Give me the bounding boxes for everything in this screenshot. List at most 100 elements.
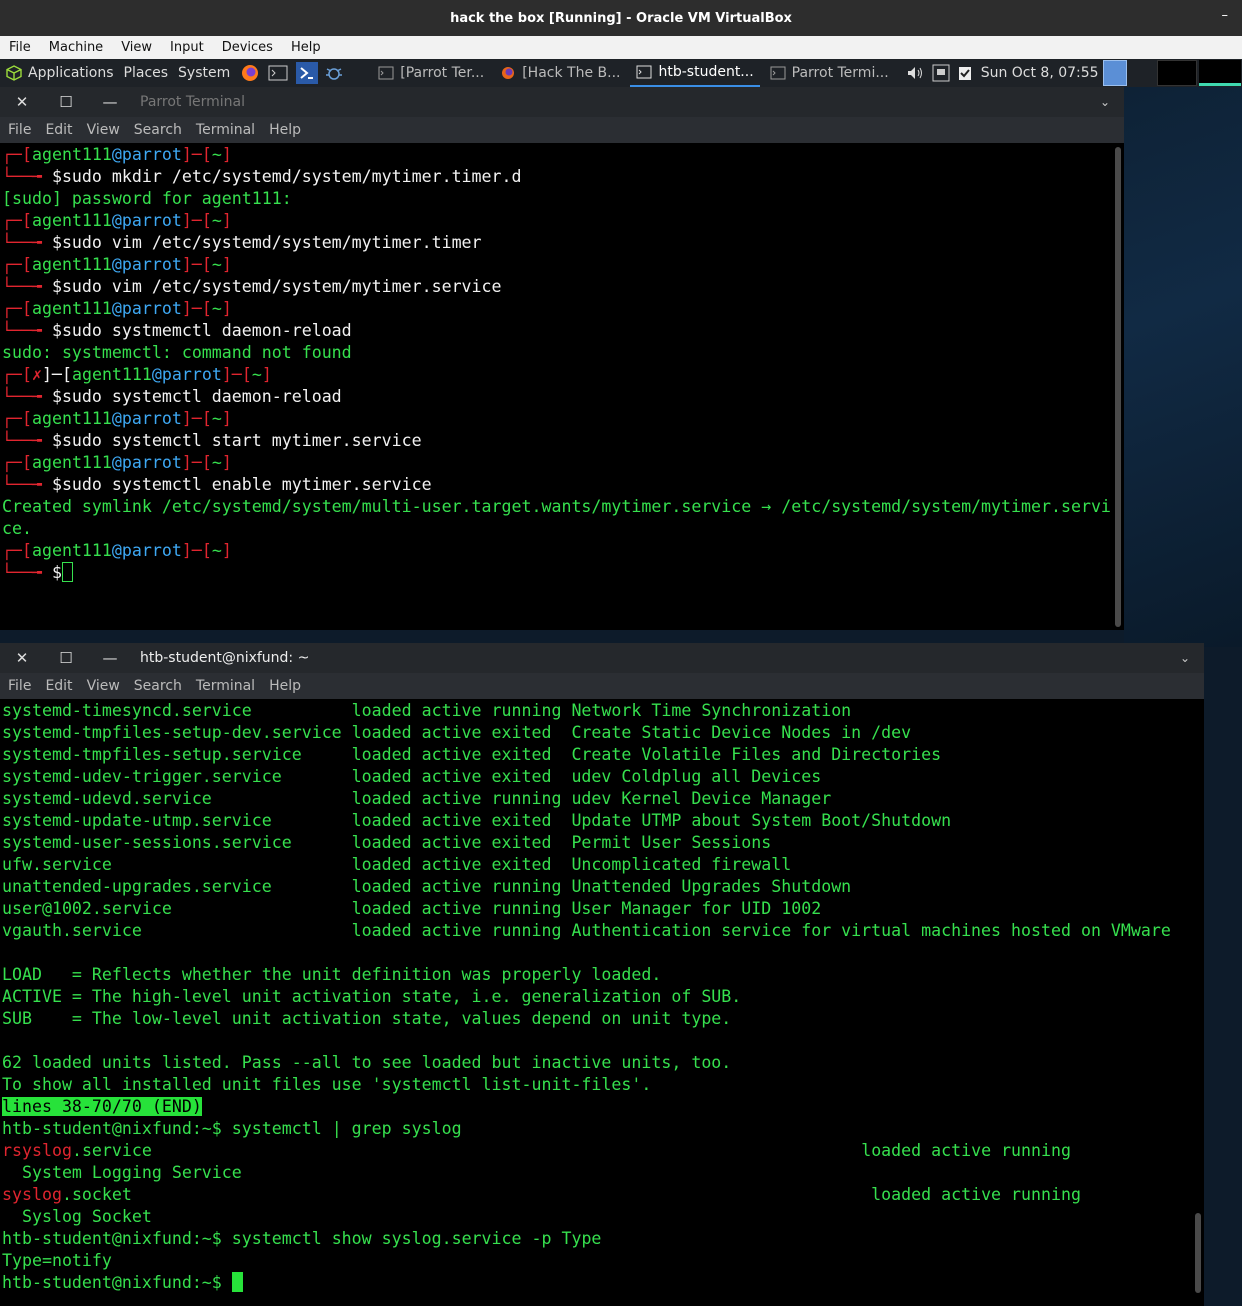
menu-machine[interactable]: Machine bbox=[49, 40, 103, 55]
menu-terminal[interactable]: Terminal bbox=[196, 678, 255, 694]
menu-view[interactable]: View bbox=[87, 122, 120, 138]
bug-icon[interactable] bbox=[324, 63, 344, 83]
terminal-window-icon bbox=[770, 66, 786, 80]
minimize-icon[interactable]: — bbox=[88, 93, 132, 111]
maximize-icon[interactable]: ☐ bbox=[44, 93, 88, 111]
command-line: $sudo vim /etc/systemd/system/mytimer.se… bbox=[51, 277, 502, 296]
unit-description: Syslog Socket bbox=[2, 1207, 152, 1226]
menu-help[interactable]: Help bbox=[291, 40, 321, 55]
workspace-1[interactable] bbox=[1102, 60, 1127, 86]
task-hack-the-box[interactable]: [Hack The B... bbox=[494, 59, 626, 87]
maximize-icon[interactable]: ☐ bbox=[44, 649, 88, 667]
prompt: htb-student@nixfund:~$ bbox=[2, 1119, 222, 1138]
menu-devices[interactable]: Devices bbox=[222, 40, 273, 55]
close-icon[interactable]: ✕ bbox=[0, 649, 44, 667]
menu-file[interactable]: File bbox=[9, 40, 31, 55]
virtualbox-titlebar: hack the box [Running] - Oracle VM Virtu… bbox=[0, 0, 1242, 36]
chevron-down-icon[interactable]: ⌄ bbox=[1100, 95, 1110, 109]
task-label: htb-student... bbox=[658, 64, 754, 80]
menu-edit[interactable]: Edit bbox=[45, 122, 72, 138]
minimize-button[interactable]: – bbox=[1222, 8, 1229, 23]
unit-row: systemd-tmpfiles-setup.service loaded ac… bbox=[2, 745, 942, 764]
command-line: $sudo vim /etc/systemd/system/mytimer.ti… bbox=[51, 233, 482, 252]
summary-line: To show all installed unit files use 'sy… bbox=[2, 1075, 652, 1094]
terminal-titlebar: ✕ ☐ — Parrot Terminal ⌄ bbox=[0, 87, 1124, 117]
command-line: $sudo systemctl start mytimer.service bbox=[51, 431, 422, 450]
task-label: Parrot Termi... bbox=[791, 65, 889, 81]
legend-line: ACTIVE = The high-level unit activation … bbox=[2, 987, 742, 1006]
menu-search[interactable]: Search bbox=[134, 678, 182, 694]
prompt: htb-student@nixfund:~$ bbox=[2, 1229, 222, 1248]
terminal-title: Parrot Terminal bbox=[140, 94, 246, 110]
command-line: $sudo systmemctl daemon-reload bbox=[51, 321, 352, 340]
scrollbar[interactable] bbox=[1195, 1213, 1201, 1293]
workspace-2[interactable] bbox=[1156, 60, 1197, 86]
chevron-down-icon[interactable]: ⌄ bbox=[1180, 651, 1190, 665]
task-parrot-terminal-1[interactable]: [Parrot Ter... bbox=[372, 59, 490, 87]
clipboard-check-icon[interactable] bbox=[957, 65, 973, 81]
terminal-launcher-icon[interactable] bbox=[268, 63, 288, 83]
volume-icon[interactable] bbox=[907, 65, 925, 81]
command-line: systemctl show syslog.service -p Type bbox=[221, 1229, 602, 1248]
pager-status: lines 38-70/70 (END) bbox=[2, 1097, 202, 1116]
desktop-background bbox=[1124, 87, 1242, 647]
unit-description: System Logging Service bbox=[2, 1163, 242, 1182]
applications-menu[interactable]: Applications bbox=[6, 65, 114, 81]
unit-row: systemd-timesyncd.service loaded active … bbox=[2, 701, 852, 720]
terminal-window-icon bbox=[378, 66, 394, 80]
command-line: $sudo mkdir /etc/systemd/system/mytimer.… bbox=[51, 167, 522, 186]
firefox-icon[interactable] bbox=[240, 63, 260, 83]
scrollbar[interactable] bbox=[1115, 147, 1121, 627]
cursor bbox=[61, 562, 73, 582]
terminal-output[interactable]: systemd-timesyncd.service loaded active … bbox=[2, 700, 1192, 1306]
task-label: [Hack The B... bbox=[522, 65, 621, 81]
command-line: systemctl | grep syslog bbox=[221, 1119, 462, 1138]
menu-input[interactable]: Input bbox=[170, 40, 204, 55]
close-icon[interactable]: ✕ bbox=[0, 93, 44, 111]
menu-edit[interactable]: Edit bbox=[45, 678, 72, 694]
output-line: [sudo] password for agent111: bbox=[2, 189, 292, 208]
unit-row: systemd-udev-trigger.service loaded acti… bbox=[2, 767, 822, 786]
unit-row: systemd-udevd.service loaded active runn… bbox=[2, 789, 832, 808]
window-title: hack the box [Running] - Oracle VM Virtu… bbox=[450, 10, 792, 26]
status-text: loaded active running bbox=[861, 1141, 1071, 1160]
menu-terminal[interactable]: Terminal bbox=[196, 122, 255, 138]
output-line: Type=notify bbox=[2, 1251, 112, 1270]
unit-row: user@1002.service loaded active running … bbox=[2, 899, 822, 918]
error-line: sudo: systmemctl: command not found bbox=[2, 343, 352, 362]
unit-row: unattended-upgrades.service loaded activ… bbox=[2, 877, 852, 896]
system-menu[interactable]: System bbox=[178, 65, 230, 81]
places-menu[interactable]: Places bbox=[124, 65, 169, 81]
command-line: $sudo systemctl enable mytimer.service bbox=[51, 475, 432, 494]
task-label: [Parrot Ter... bbox=[400, 65, 485, 81]
unit-row: systemd-tmpfiles-setup-dev.service loade… bbox=[2, 723, 912, 742]
menu-file[interactable]: File bbox=[8, 122, 31, 138]
powershell-icon[interactable] bbox=[296, 62, 319, 84]
menu-help[interactable]: Help bbox=[269, 678, 301, 694]
command-line: $sudo systemctl daemon-reload bbox=[51, 387, 342, 406]
virtualbox-menubar: File Machine View Input Devices Help bbox=[0, 36, 1242, 59]
parrot-cube-icon bbox=[6, 65, 22, 81]
output-line: Created symlink /etc/systemd/system/mult… bbox=[2, 497, 1111, 516]
prompt: htb-student@nixfund:~$ bbox=[2, 1273, 222, 1292]
menu-view[interactable]: View bbox=[87, 678, 120, 694]
top-panel: Applications Places System [Parrot Ter..… bbox=[0, 59, 1242, 87]
minimize-icon[interactable]: — bbox=[88, 649, 132, 667]
menu-file[interactable]: File bbox=[8, 678, 31, 694]
task-htb-student[interactable]: htb-student... bbox=[630, 59, 760, 87]
menu-search[interactable]: Search bbox=[134, 122, 182, 138]
clock[interactable]: Sun Oct 8, 07:55 bbox=[981, 65, 1099, 81]
terminal-menubar: File Edit View Search Terminal Help bbox=[0, 673, 1204, 699]
terminal-menubar: File Edit View Search Terminal Help bbox=[0, 117, 1124, 143]
workspace-3[interactable] bbox=[1198, 60, 1241, 86]
terminal-output[interactable]: ┌─[agent111@parrot]─[~] └──╼ $sudo mkdir… bbox=[2, 144, 1112, 630]
cursor bbox=[231, 1272, 243, 1292]
menu-help[interactable]: Help bbox=[269, 122, 301, 138]
task-parrot-terminal-2[interactable]: Parrot Termi... bbox=[764, 59, 895, 87]
menu-view[interactable]: View bbox=[121, 40, 152, 55]
parrot-terminal-window: ✕ ☐ — Parrot Terminal ⌄ File Edit View S… bbox=[0, 87, 1124, 630]
network-icon[interactable] bbox=[931, 63, 951, 83]
legend-line: LOAD = Reflects whether the unit definit… bbox=[2, 965, 662, 984]
status-text: loaded active running bbox=[871, 1185, 1081, 1204]
summary-line: 62 loaded units listed. Pass --all to se… bbox=[2, 1053, 732, 1072]
